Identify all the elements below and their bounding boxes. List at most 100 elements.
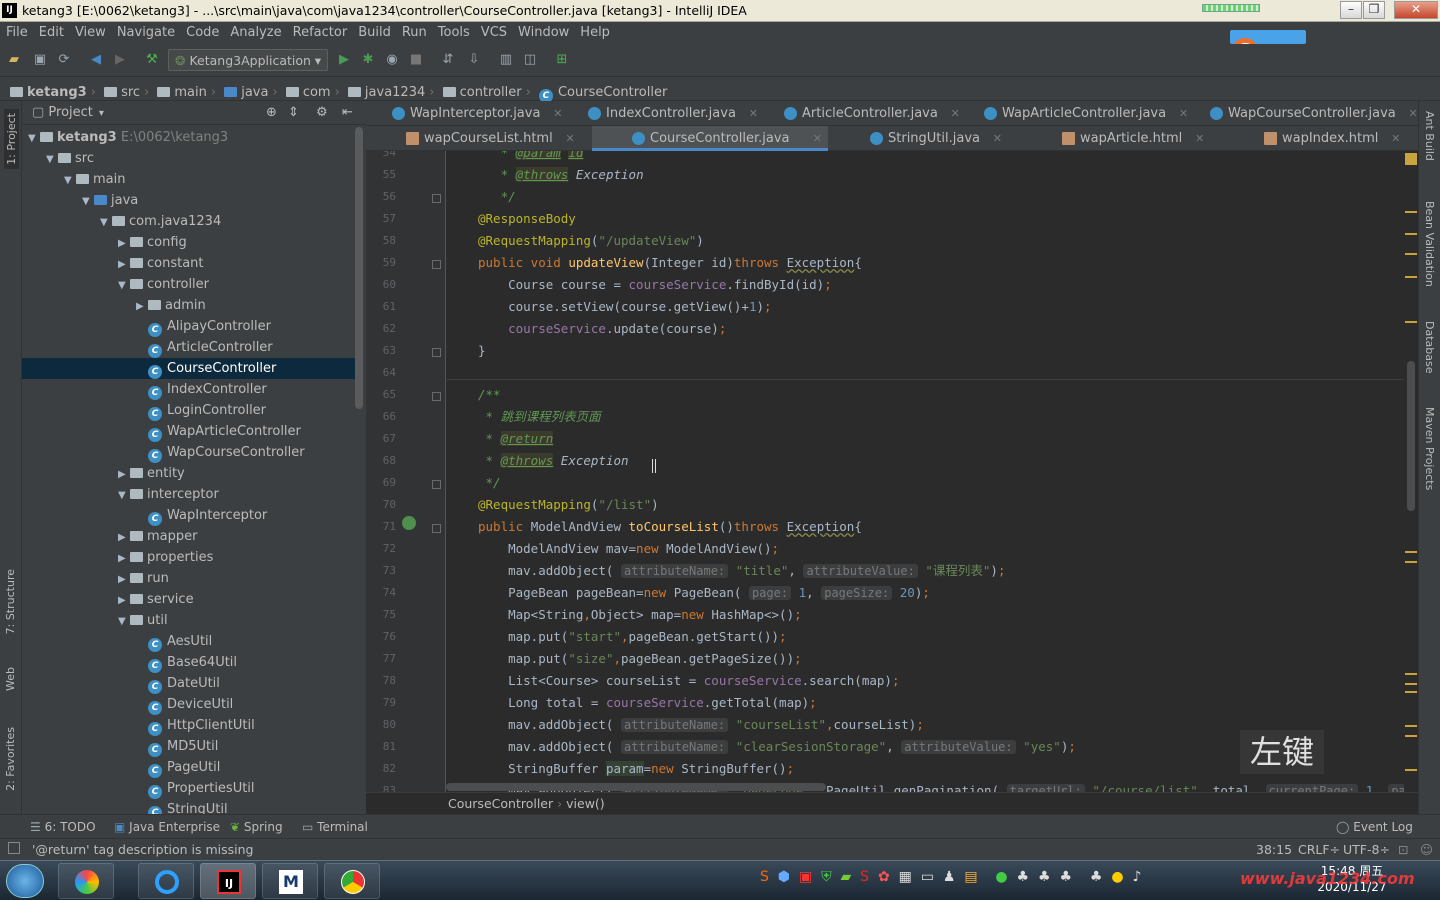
tree-item-class[interactable]: C HttpClientUtil <box>22 715 356 736</box>
taskbar-app-chrome-icon[interactable] <box>324 863 380 899</box>
taskbar-app-intellij-icon[interactable]: IJ <box>200 863 256 899</box>
tree-item-class[interactable]: C AlipayController <box>22 316 356 337</box>
tool-java-enterprise[interactable]: ▣ Java Enterprise <box>114 820 220 834</box>
warning-marker[interactable] <box>1405 673 1417 675</box>
collapsed-arrow-icon[interactable]: ▶ <box>118 233 130 254</box>
error-stripe[interactable] <box>1404 151 1418 792</box>
warning-marker[interactable] <box>1405 769 1417 771</box>
tree-item-folder[interactable]: ▼ java <box>22 190 356 211</box>
scope-icon[interactable]: ⊕ <box>266 105 277 120</box>
taskbar-app-editor-icon[interactable]: M <box>262 863 318 899</box>
tab-waparticlecontroller[interactable]: WapArticleController.java ✕ <box>978 101 1188 126</box>
tray-s-icon[interactable]: S <box>860 869 869 885</box>
editor-vertical-scrollbar[interactable] <box>1407 361 1415 511</box>
inspection-status-icon[interactable] <box>1405 153 1417 165</box>
tray-flower-icon[interactable]: ✿ <box>878 869 890 885</box>
close-tab-icon[interactable]: ✕ <box>553 101 562 126</box>
tree-item-folder[interactable]: ▼ com.java1234 <box>22 211 356 232</box>
tree-item-class[interactable]: C StringUtil <box>22 799 356 814</box>
tree-item-class[interactable]: C WapInterceptor <box>22 505 356 526</box>
breadcrumb-controller[interactable]: controller <box>442 77 522 100</box>
warning-marker[interactable] <box>1405 561 1417 563</box>
tree-item-class[interactable]: C LoginController <box>22 400 356 421</box>
tool-terminal[interactable]: ▭ Terminal <box>302 820 368 834</box>
breadcrumb-com[interactable]: com <box>285 77 331 100</box>
tree-item-class[interactable]: C DeviceUtil <box>22 694 356 715</box>
hide-panel-icon[interactable]: ⇤ <box>342 105 353 120</box>
editor-horizontal-scrollbar[interactable] <box>446 783 826 791</box>
project-view-select[interactable]: Project <box>48 105 92 120</box>
tree-item-folder[interactable]: ▼ util <box>22 610 356 631</box>
expanded-arrow-icon[interactable]: ▼ <box>100 212 112 233</box>
maximize-button[interactable]: ❐ <box>1363 1 1385 19</box>
expanded-arrow-icon[interactable]: ▼ <box>46 149 58 170</box>
expanded-arrow-icon[interactable]: ▼ <box>64 170 76 191</box>
tree-item-folder[interactable]: ▼ interceptor <box>22 484 356 505</box>
tab-articlecontroller[interactable]: ArticleController.java ✕ <box>778 101 960 126</box>
stop-icon[interactable]: ■ <box>408 52 424 68</box>
debug-icon[interactable]: ✱ <box>360 52 376 68</box>
breadcrumb-src[interactable]: src <box>104 77 140 100</box>
warning-marker[interactable] <box>1405 683 1417 685</box>
start-button[interactable] <box>6 864 44 898</box>
tool-ant-build[interactable]: Ant Build <box>1423 111 1436 161</box>
tree-item-folder[interactable]: ▶ entity <box>22 463 356 484</box>
collapsed-arrow-icon[interactable]: ▶ <box>136 296 148 317</box>
code-area[interactable]: * @param id * @throws Exception */ @Resp… <box>366 151 1418 792</box>
tree-item-class[interactable]: C WapArticleController <box>22 421 356 442</box>
tab-indexcontroller[interactable]: IndexController.java ✕ <box>582 101 758 126</box>
tree-item-class[interactable]: C Base64Util <box>22 652 356 673</box>
coverage-icon[interactable]: ◉ <box>384 52 400 68</box>
tool-spring[interactable]: ❦ Spring <box>230 820 283 834</box>
warning-marker[interactable] <box>1405 253 1417 255</box>
collapsed-arrow-icon[interactable]: ▶ <box>118 569 130 590</box>
back-icon[interactable]: ◀ <box>88 52 104 68</box>
code-editor[interactable]: 54 55 56 57 58 59 60 61 62 63 64 65 66 67 68 69 70 71 72 73… <box>366 151 1418 792</box>
project-scrollbar[interactable] <box>355 127 363 409</box>
close-tab-icon[interactable]: ✕ <box>1391 126 1400 151</box>
tree-item-class[interactable]: C WapCourseController <box>22 442 356 463</box>
expanded-arrow-icon[interactable]: ▼ <box>118 485 130 506</box>
forward-icon[interactable]: ▶ <box>112 52 128 68</box>
collapsed-arrow-icon[interactable]: ▶ <box>118 464 130 485</box>
menu-vcs[interactable]: VCS <box>475 22 512 40</box>
breadcrumb-coursecontroller[interactable]: C CourseController <box>538 77 667 103</box>
tab-wapindex[interactable]: wapIndex.html ✕ <box>1258 126 1400 151</box>
warning-marker[interactable] <box>1405 725 1417 727</box>
tool-todo[interactable]: ☰ 6: TODO <box>30 820 96 834</box>
tab-wapcoursecontroller[interactable]: WapCourseController.java ✕ <box>1204 101 1418 126</box>
menu-navigate[interactable]: Navigate <box>111 22 180 40</box>
tool-structure[interactable]: 7: Structure <box>4 569 17 634</box>
inspection-icon[interactable]: ☺ <box>1420 842 1433 857</box>
tray-wechat-icon[interactable]: ● <box>995 869 1007 885</box>
menu-refactor[interactable]: Refactor <box>287 22 353 40</box>
collapsed-arrow-icon[interactable]: ▶ <box>118 548 130 569</box>
menu-build[interactable]: Build <box>352 22 396 40</box>
tree-item-folder[interactable]: ▶ mapper <box>22 526 356 547</box>
taskbar-app-qq-browser-icon[interactable] <box>138 863 194 899</box>
taskbar-app-photos-icon[interactable] <box>58 863 114 899</box>
tab-wapinterceptor[interactable]: WapInterceptor.java ✕ <box>386 101 562 126</box>
expanded-arrow-icon[interactable]: ▼ <box>118 611 130 632</box>
tab-wapcourselist[interactable]: wapCourseList.html ✕ <box>400 126 575 151</box>
close-tab-icon[interactable]: ✕ <box>1195 126 1204 151</box>
tree-item-class[interactable]: C MD5Util <box>22 736 356 757</box>
tray-qq-icon[interactable]: ♣ <box>1090 869 1103 885</box>
collapsed-arrow-icon[interactable]: ▶ <box>118 254 130 275</box>
warning-marker[interactable] <box>1405 735 1417 737</box>
minimize-button[interactable]: – <box>1340 1 1362 19</box>
collapse-all-icon[interactable]: ⇕ <box>288 105 299 120</box>
tree-item-folder[interactable]: ▶ service <box>22 589 356 610</box>
breadcrumb-ketang3[interactable]: ketang3 <box>0 81 87 100</box>
tray-sogou-icon[interactable]: S <box>760 869 769 885</box>
close-tab-icon[interactable]: ✕ <box>1179 101 1188 126</box>
line-separator[interactable]: CRLF÷ <box>1298 842 1340 857</box>
tray-nvidia-icon[interactable]: ▰ <box>840 869 851 885</box>
menu-edit[interactable]: Edit <box>33 22 69 40</box>
project-structure-icon[interactable]: ▥ <box>498 52 514 68</box>
vcs-commit-icon[interactable]: ⇩ <box>466 52 482 68</box>
menu-tools[interactable]: Tools <box>432 22 475 40</box>
close-tab-icon[interactable]: ✕ <box>993 126 1002 151</box>
menu-file[interactable]: File <box>0 22 33 40</box>
tool-favorites[interactable]: 2: Favorites <box>4 727 17 791</box>
